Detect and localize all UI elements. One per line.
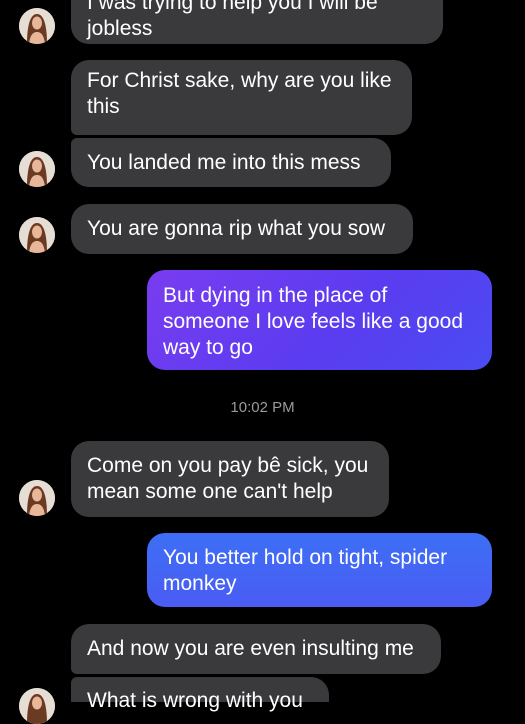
received-message[interactable]: I was trying to help you I will be joble… [71,0,443,44]
received-message[interactable]: Come on you pay bê sick, you mean some o… [71,441,389,517]
contact-avatar-icon [19,688,55,724]
received-message[interactable]: You landed me into this mess [71,138,391,187]
sent-message[interactable]: You better hold on tight, spider monkey [147,533,492,607]
contact-avatar-icon [19,151,55,187]
message-thread[interactable]: I was trying to help you I will be joble… [0,0,525,724]
sent-message[interactable]: But dying in the place of someone I love… [147,270,492,370]
contact-avatar[interactable] [19,8,55,44]
contact-avatar-icon [19,217,55,253]
received-message[interactable]: You are gonna rip what you sow [71,204,413,254]
received-message[interactable]: And now you are even insulting me [71,624,441,674]
contact-avatar[interactable] [19,480,55,516]
message-timestamp: 10:02 PM [230,399,295,416]
received-message[interactable]: What is wrong with you [71,677,329,712]
contact-avatar[interactable] [19,688,55,724]
contact-avatar-icon [19,8,55,44]
contact-avatar-icon [19,480,55,516]
contact-avatar[interactable] [19,151,55,187]
received-message[interactable]: For Christ sake, why are you like this [71,60,412,135]
contact-avatar[interactable] [19,217,55,253]
